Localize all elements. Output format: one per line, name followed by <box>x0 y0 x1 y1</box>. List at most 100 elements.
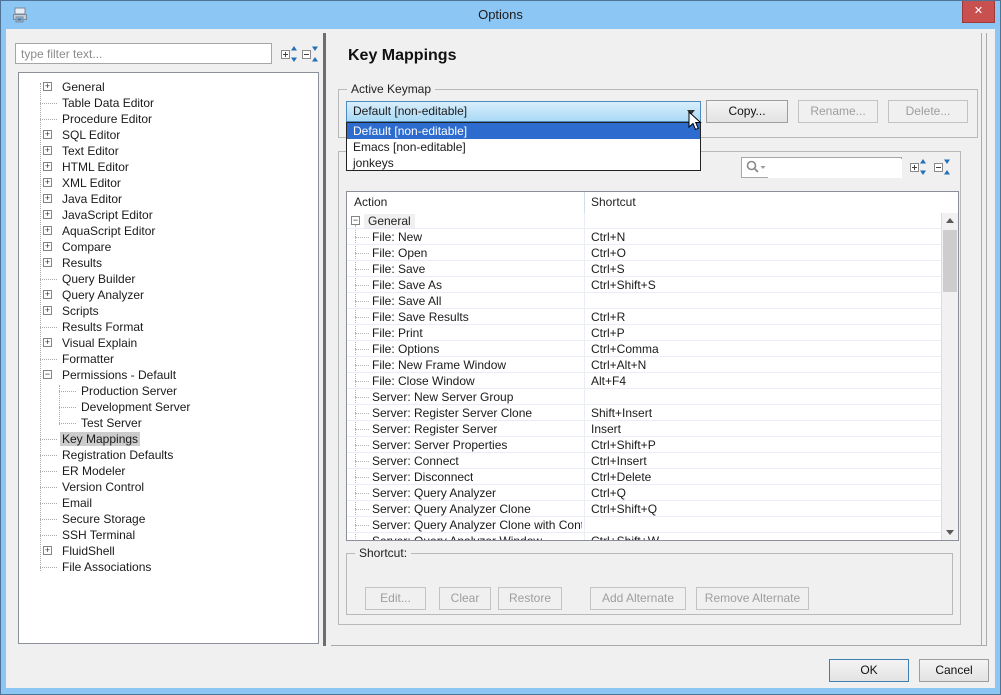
tree-item-general[interactable]: + General <box>19 79 318 95</box>
table-row[interactable]: Server: Connect Ctrl+Insert <box>347 453 942 469</box>
table-row[interactable]: Server: Server Properties Ctrl+Shift+P <box>347 437 942 453</box>
tree-item-scripts[interactable]: + Scripts <box>19 303 318 319</box>
column-header-action[interactable]: Action <box>354 195 387 209</box>
tree-item-query-analyzer[interactable]: + Query Analyzer <box>19 287 318 303</box>
table-row[interactable]: Server: Query Analyzer Ctrl+Q <box>347 485 942 501</box>
tree-item-results-format[interactable]: Results Format <box>19 319 318 335</box>
tree-expander-plus-icon[interactable]: + <box>43 242 52 251</box>
close-button[interactable]: ✕ <box>962 1 995 23</box>
table-row[interactable]: File: Save All <box>347 293 942 309</box>
table-group-row[interactable]: − General <box>347 213 942 229</box>
tree-item-fluidshell[interactable]: + FluidShell <box>19 543 318 559</box>
table-row[interactable]: Server: Query Analyzer Clone Ctrl+Shift+Q <box>347 501 942 517</box>
tree-expander-plus-icon[interactable]: + <box>43 306 52 315</box>
tree-item-secure-storage[interactable]: Secure Storage <box>19 511 318 527</box>
table-row[interactable]: Server: Query Analyzer Clone with Conten… <box>347 517 942 533</box>
tree-item-version-control[interactable]: Version Control <box>19 479 318 495</box>
keymap-option-default-non-editable[interactable]: Default [non-editable] <box>347 123 700 139</box>
table-row[interactable]: Server: Register Server Clone Shift+Inser… <box>347 405 942 421</box>
table-row[interactable]: File: Save Ctrl+S <box>347 261 942 277</box>
tree-item-email[interactable]: Email <box>19 495 318 511</box>
tree-item-label: Secure Storage <box>62 512 146 526</box>
table-row[interactable]: File: New Ctrl+N <box>347 229 942 245</box>
tree-item-development-server[interactable]: Development Server <box>19 399 318 415</box>
tree-item-label: JavaScript Editor <box>62 208 153 222</box>
tree-item-label: XML Editor <box>62 176 121 190</box>
shortcut-cell: Ctrl+O <box>591 246 627 260</box>
table-row[interactable]: Server: Register Server Insert <box>347 421 942 437</box>
tree-item-query-builder[interactable]: Query Builder <box>19 271 318 287</box>
tree-item-er-modeler[interactable]: ER Modeler <box>19 463 318 479</box>
tree-item-compare[interactable]: + Compare <box>19 239 318 255</box>
scrollbar-thumb[interactable] <box>943 230 957 292</box>
scrollbar-up-button[interactable] <box>942 213 958 229</box>
tree-item-text-editor[interactable]: + Text Editor <box>19 143 318 159</box>
tree-item-javascript-editor[interactable]: + JavaScript Editor <box>19 207 318 223</box>
tree-item-results[interactable]: + Results <box>19 255 318 271</box>
scrollbar-down-button[interactable] <box>942 524 958 540</box>
collapse-all-icon[interactable] <box>934 159 951 175</box>
table-row[interactable]: File: Options Ctrl+Comma <box>347 341 942 357</box>
tree-item-sql-editor[interactable]: + SQL Editor <box>19 127 318 143</box>
tree-expander-plus-icon[interactable]: + <box>43 178 52 187</box>
column-header-shortcut[interactable]: Shortcut <box>591 195 636 209</box>
table-row[interactable]: File: New Frame Window Ctrl+Alt+N <box>347 357 942 373</box>
cancel-button[interactable]: Cancel <box>919 659 989 682</box>
tree-item-procedure-editor[interactable]: Procedure Editor <box>19 111 318 127</box>
tree-item-label: SSH Terminal <box>62 528 136 542</box>
tree-expander-plus-icon[interactable]: + <box>43 338 52 347</box>
tree-expander-plus-icon[interactable]: + <box>43 194 52 203</box>
table-row[interactable]: File: Open Ctrl+O <box>347 245 942 261</box>
table-expander-minus-icon[interactable]: − <box>351 216 360 225</box>
tree-expander-minus-icon[interactable]: − <box>43 370 52 379</box>
shortcut-cell: Ctrl+Insert <box>591 454 647 468</box>
tree-expander-plus-icon[interactable]: + <box>43 226 52 235</box>
copy-button[interactable]: Copy... <box>706 100 788 123</box>
tree-item-formatter[interactable]: Formatter <box>19 351 318 367</box>
tree-filter-input[interactable] <box>15 43 272 64</box>
table-row[interactable]: File: Save Results Ctrl+R <box>347 309 942 325</box>
tree-item-registration-defaults[interactable]: Registration Defaults <box>19 447 318 463</box>
tree-item-html-editor[interactable]: + HTML Editor <box>19 159 318 175</box>
expand-all-icon[interactable] <box>281 46 298 62</box>
collapse-all-icon[interactable] <box>302 46 319 62</box>
keymap-option-jonkeys[interactable]: jonkeys <box>347 155 700 171</box>
keymap-option-emacs-non-editable[interactable]: Emacs [non-editable] <box>347 139 700 155</box>
search-icon[interactable] <box>745 159 767 176</box>
tree-expander-plus-icon[interactable]: + <box>43 546 52 555</box>
table-scrollbar[interactable] <box>941 213 958 540</box>
table-row[interactable]: File: Print Ctrl+P <box>347 325 942 341</box>
action-cell: File: Open <box>372 246 428 260</box>
shortcut-search-input[interactable] <box>768 159 902 178</box>
tree-expander-plus-icon[interactable]: + <box>43 210 52 219</box>
tree-expander-plus-icon[interactable]: + <box>43 130 52 139</box>
shortcut-search-box[interactable] <box>741 157 902 178</box>
tree-item-visual-explain[interactable]: + Visual Explain <box>19 335 318 351</box>
tree-expander-plus-icon[interactable]: + <box>43 146 52 155</box>
tree-item-xml-editor[interactable]: + XML Editor <box>19 175 318 191</box>
titlebar[interactable]: Options ✕ <box>1 1 1000 29</box>
tree-item-file-associations[interactable]: File Associations <box>19 559 318 575</box>
table-row[interactable]: Server: Disconnect Ctrl+Delete <box>347 469 942 485</box>
panel-splitter[interactable] <box>323 33 326 646</box>
tree-item-test-server[interactable]: Test Server <box>19 415 318 431</box>
tree-item-java-editor[interactable]: + Java Editor <box>19 191 318 207</box>
tree-expander-plus-icon[interactable]: + <box>43 162 52 171</box>
tree-item-ssh-terminal[interactable]: SSH Terminal <box>19 527 318 543</box>
tree-guide <box>40 455 57 456</box>
tree-expander-plus-icon[interactable]: + <box>43 258 52 267</box>
tree-item-production-server[interactable]: Production Server <box>19 383 318 399</box>
ok-button[interactable]: OK <box>829 659 909 682</box>
tree-item-permissions-default[interactable]: − Permissions - Default <box>19 367 318 383</box>
tree-item-table-data-editor[interactable]: Table Data Editor <box>19 95 318 111</box>
tree-item-aquascript-editor[interactable]: + AquaScript Editor <box>19 223 318 239</box>
table-row[interactable]: File: Save As Ctrl+Shift+S <box>347 277 942 293</box>
keymap-combobox[interactable]: Default [non-editable] <box>346 101 701 122</box>
tree-expander-plus-icon[interactable]: + <box>43 82 52 91</box>
table-row[interactable]: Server: Query Analyzer Window Ctrl+Shift+… <box>347 533 942 540</box>
tree-expander-plus-icon[interactable]: + <box>43 290 52 299</box>
tree-item-key-mappings[interactable]: Key Mappings <box>19 431 318 447</box>
table-row[interactable]: File: Close Window Alt+F4 <box>347 373 942 389</box>
expand-all-icon[interactable] <box>910 159 927 175</box>
table-row[interactable]: Server: New Server Group <box>347 389 942 405</box>
